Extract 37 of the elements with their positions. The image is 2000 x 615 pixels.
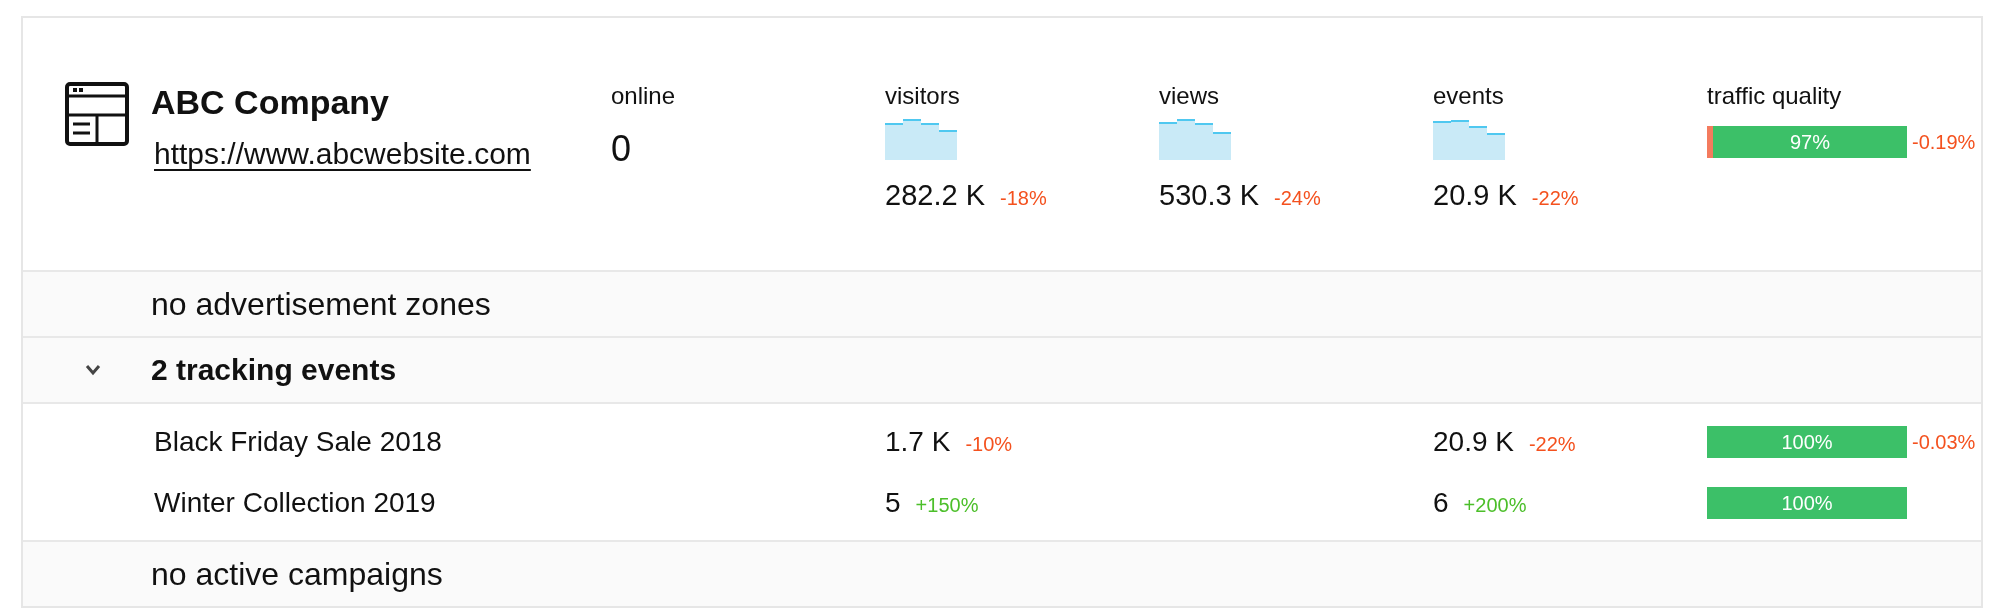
change-percentage: -18% <box>1000 186 1047 210</box>
metric-value: 6 <box>1433 486 1449 519</box>
change-percentage: +150% <box>915 493 979 517</box>
metric-label: events <box>1433 82 1504 110</box>
quality-percentage: 100% <box>1781 490 1833 515</box>
metric-label: traffic quality <box>1707 82 1842 110</box>
quality-percentage: 100% <box>1781 429 1833 454</box>
metric-value: 20.9 K <box>1433 178 1517 212</box>
metric-value: 0 <box>611 128 632 170</box>
event-name: Black Friday Sale 2018 <box>154 424 442 459</box>
change-percentage: -0.03% <box>1912 429 1976 454</box>
event-name: Winter Collection 2019 <box>154 485 436 520</box>
change-percentage: -22% <box>1531 186 1579 210</box>
group-title: 2 tracking events <box>151 352 397 388</box>
metric-value: 1.7 K <box>885 425 951 458</box>
metric-value: 5 <box>885 486 901 519</box>
site-name: ABC Company <box>151 82 390 122</box>
section-label: no advertisement zones <box>151 285 491 323</box>
change-percentage: -0.19% <box>1912 130 1976 154</box>
browser-window-icon <box>65 82 129 146</box>
chevron-down-icon[interactable] <box>85 364 101 376</box>
sparkline <box>1159 118 1231 160</box>
metric-label: visitors <box>885 82 960 110</box>
metric-value: 530.3 K <box>1159 178 1259 212</box>
metric-label: online <box>611 82 676 110</box>
metric-value: 282.2 K <box>885 178 985 212</box>
change-percentage: -22% <box>1528 432 1576 456</box>
section-label: no active campaigns <box>151 555 443 593</box>
sparkline <box>885 118 957 160</box>
site-url-link[interactable]: https://www.abcwebsite.com <box>154 136 531 172</box>
change-percentage: +200% <box>1463 493 1527 517</box>
change-percentage: -24% <box>1274 186 1321 210</box>
change-percentage: -10% <box>965 432 1013 456</box>
quality-percentage: 97% <box>1790 130 1830 154</box>
sparkline <box>1433 118 1505 160</box>
metric-value: 20.9 K <box>1433 425 1514 458</box>
metric-label: views <box>1159 82 1219 110</box>
